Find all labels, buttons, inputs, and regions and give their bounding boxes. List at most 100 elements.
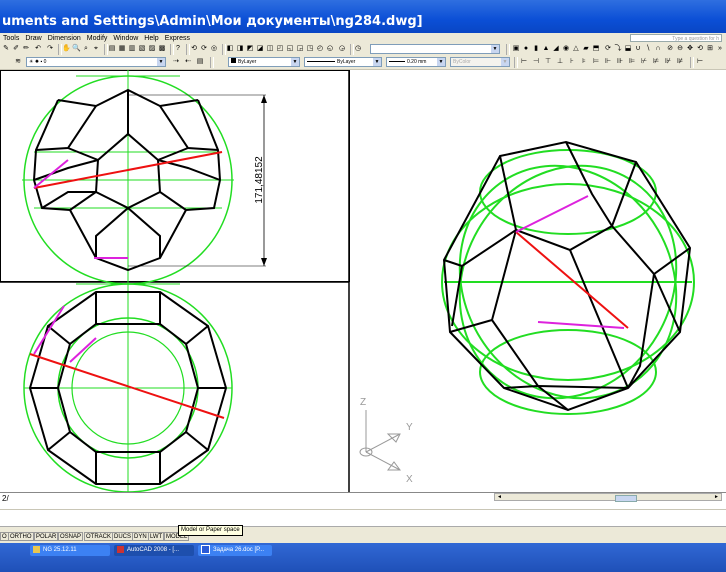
revolve-icon[interactable]: ⟳: [604, 45, 612, 53]
quick-dim-icon[interactable]: ⊪: [616, 58, 624, 66]
dim-space-icon[interactable]: ⊭: [652, 58, 660, 66]
menu-modify[interactable]: Modify: [84, 35, 111, 42]
horizontal-scrollbar[interactable]: ◄ ►: [494, 493, 722, 502]
zoom-previous-icon[interactable]: ⌖: [92, 45, 100, 53]
visual-style-icon[interactable]: ◷: [354, 45, 362, 53]
undo-icon[interactable]: ↶: [34, 45, 42, 53]
3d-align-icon[interactable]: ⊞: [706, 45, 714, 53]
slice-icon[interactable]: ⊘: [666, 45, 674, 53]
dim-continue-icon[interactable]: ⊬: [640, 58, 648, 66]
pan-icon[interactable]: ✋: [62, 45, 71, 53]
view-top-icon[interactable]: ◧: [226, 45, 234, 53]
wedge-icon[interactable]: ◢: [552, 45, 560, 53]
dim-angular-icon[interactable]: ⊩: [604, 58, 612, 66]
camera-icon[interactable]: ◎: [210, 45, 218, 53]
zoom-realtime-icon[interactable]: 🔍: [72, 45, 81, 53]
scroll-thumb[interactable]: [615, 495, 637, 502]
orbit-icon[interactable]: ⟲: [190, 45, 198, 53]
make-current-icon[interactable]: ⇢: [172, 58, 180, 66]
render-icon[interactable]: ◶: [338, 45, 346, 53]
dim-diameter-icon[interactable]: ⊨: [592, 58, 600, 66]
status-ortho[interactable]: ORTHO: [8, 532, 34, 541]
tool-palettes-icon[interactable]: ▥: [128, 45, 136, 53]
dim-edit-icon[interactable]: ⊢: [696, 58, 704, 66]
torus-icon[interactable]: ◉: [562, 45, 570, 53]
extrude-icon[interactable]: ⬒: [592, 45, 600, 53]
lineweight-combo[interactable]: 0.20 mm ▼: [386, 57, 446, 67]
status-dyn[interactable]: DYN: [132, 532, 149, 541]
dim-jogged-icon[interactable]: ⊧: [580, 58, 588, 66]
pyramid-icon[interactable]: △: [572, 45, 580, 53]
taskbar-word-button[interactable]: Задача 26.doc [Р...: [198, 545, 272, 556]
dim-radius-icon[interactable]: ⊦: [568, 58, 576, 66]
taskbar-folder-button[interactable]: NG 25.12.11: [30, 545, 110, 556]
intersect-icon[interactable]: ∩: [654, 45, 662, 53]
properties-icon[interactable]: ▤: [108, 45, 116, 53]
loft-icon[interactable]: ⬓: [624, 45, 632, 53]
layer-previous-icon[interactable]: ⇠: [184, 58, 192, 66]
help-search-input[interactable]: Type a question for h: [630, 34, 722, 42]
draw-icon[interactable]: ✎: [2, 45, 10, 53]
dim-arc-icon[interactable]: ⊤: [544, 58, 552, 66]
box-icon[interactable]: ▣: [512, 45, 520, 53]
design-center-icon[interactable]: ▦: [118, 45, 126, 53]
drawing-area[interactable]: 171,48152 Z Y X: [0, 70, 726, 492]
dim-linear-icon[interactable]: ⊢: [520, 58, 528, 66]
status-polar[interactable]: POLAR: [34, 532, 59, 541]
layer-manager-icon[interactable]: ≋: [14, 58, 22, 66]
taskbar-autocad-button[interactable]: AutoCAD 2008 - [...: [114, 545, 194, 556]
cone-icon[interactable]: ▲: [542, 45, 550, 53]
view-sw-icon[interactable]: ◱: [286, 45, 294, 53]
menu-draw[interactable]: Draw: [22, 35, 44, 42]
overflow-icon[interactable]: »: [716, 45, 724, 53]
cylinder-icon[interactable]: ▮: [532, 45, 540, 53]
brush-icon[interactable]: ✏: [22, 45, 30, 53]
menu-express[interactable]: Express: [162, 35, 193, 42]
layer-state-icon[interactable]: ▤: [196, 58, 204, 66]
status-ducs[interactable]: DUCS: [112, 532, 134, 541]
polysolid-icon[interactable]: ▰: [582, 45, 590, 53]
view-front-icon[interactable]: ◫: [266, 45, 274, 53]
dim-break-icon[interactable]: ⊮: [664, 58, 672, 66]
dim-aligned-icon[interactable]: ⊣: [532, 58, 540, 66]
view-se-icon[interactable]: ◲: [296, 45, 304, 53]
dim-ordinate-icon[interactable]: ⊥: [556, 58, 564, 66]
workspace-combo[interactable]: ▼: [370, 44, 500, 54]
zoom-window-icon[interactable]: ⌕: [82, 45, 90, 53]
scroll-right-icon[interactable]: ►: [714, 494, 719, 500]
menu-window[interactable]: Window: [110, 35, 141, 42]
status-osnap[interactable]: OSNAP: [58, 532, 84, 541]
3d-rotate-icon[interactable]: ⟲: [696, 45, 704, 53]
walk-icon[interactable]: ⟳: [200, 45, 208, 53]
sweep-icon[interactable]: ⤵: [614, 45, 622, 53]
linetype-combo[interactable]: ByLayer ▼: [304, 57, 382, 67]
pencil-icon[interactable]: ✐: [12, 45, 20, 53]
help-icon[interactable]: ?: [174, 45, 182, 53]
scroll-left-icon[interactable]: ◄: [497, 494, 502, 500]
sphere-icon[interactable]: ●: [522, 45, 530, 53]
subtract-icon[interactable]: ∖: [644, 45, 652, 53]
view-right-icon[interactable]: ◪: [256, 45, 264, 53]
view-back-icon[interactable]: ◰: [276, 45, 284, 53]
union-icon[interactable]: ∪: [634, 45, 642, 53]
3d-move-icon[interactable]: ✥: [686, 45, 694, 53]
view-nw-icon[interactable]: ◴: [316, 45, 324, 53]
camera-view-icon[interactable]: ◵: [326, 45, 334, 53]
dim-baseline-icon[interactable]: ⊫: [628, 58, 636, 66]
section-icon[interactable]: ⊖: [676, 45, 684, 53]
sheet-set-icon[interactable]: ▧: [138, 45, 146, 53]
status-otrack[interactable]: OTRACK: [84, 532, 114, 541]
view-ne-icon[interactable]: ◳: [306, 45, 314, 53]
redo-icon[interactable]: ↷: [46, 45, 54, 53]
menu-help[interactable]: Help: [141, 35, 161, 42]
tolerance-icon[interactable]: ⊯: [676, 58, 684, 66]
view-left-icon[interactable]: ◩: [246, 45, 254, 53]
menu-tools[interactable]: Tools: [0, 35, 22, 42]
calc-icon[interactable]: ▩: [158, 45, 166, 53]
view-bottom-icon[interactable]: ◨: [236, 45, 244, 53]
color-combo[interactable]: ByLayer ▼: [228, 57, 300, 67]
markup-icon[interactable]: ▨: [148, 45, 156, 53]
status-lwt[interactable]: LWT: [148, 532, 165, 541]
layer-combo[interactable]: ☀ ✹ ▪ 0 ▼: [26, 57, 166, 67]
menu-dimension[interactable]: Dimension: [45, 35, 84, 42]
